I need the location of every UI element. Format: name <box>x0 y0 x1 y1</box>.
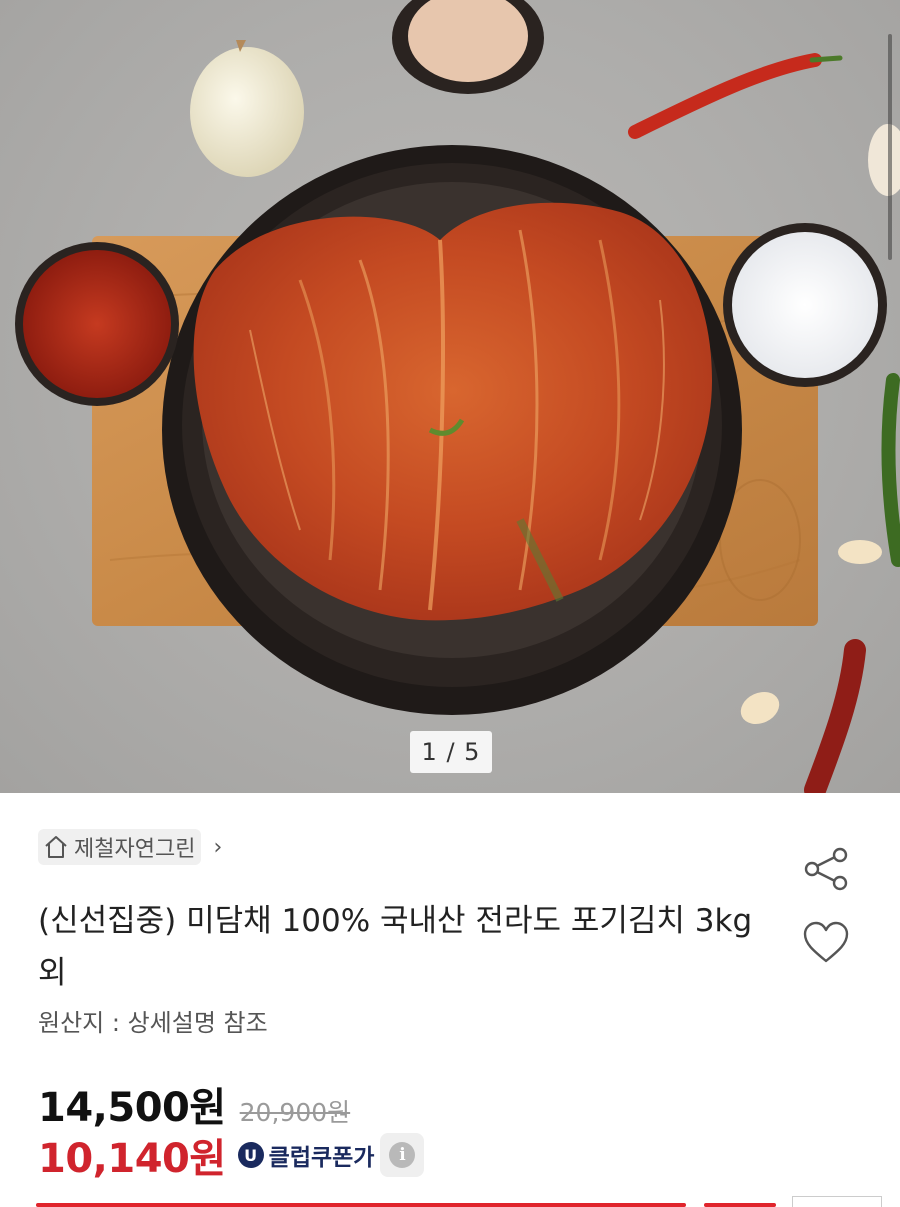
home-icon <box>38 829 74 865</box>
coupon-price: 10,140원 <box>38 1136 226 1182</box>
product-origin: 원산지 : 상세설명 참조 <box>38 1009 268 1037</box>
share-icon <box>804 847 848 891</box>
original-price: 20,900원 <box>239 1098 351 1127</box>
coupon-info-button[interactable]: i <box>380 1133 425 1177</box>
coupon-price-row: 10,140원 U 클럽쿠폰가 i <box>38 1126 425 1184</box>
coupon-label: 클럽쿠폰가 <box>268 1145 375 1171</box>
share-button[interactable] <box>802 846 850 892</box>
buy-button-edge[interactable] <box>36 1203 686 1207</box>
info-icon: i <box>389 1142 416 1168</box>
like-button[interactable] <box>802 920 850 966</box>
chevron-right-icon: › <box>213 834 223 860</box>
product-image[interactable]: 1 / 5 <box>0 0 900 793</box>
sale-price: 14,500원 <box>38 1085 226 1131</box>
seller-name: 제철자연그린 <box>74 837 196 862</box>
club-badge-icon: U <box>237 1142 264 1168</box>
cart-button-edge[interactable] <box>704 1203 776 1207</box>
kimchi-photo <box>15 0 900 793</box>
heart-icon <box>803 921 849 963</box>
image-counter: 1 / 5 <box>410 731 492 773</box>
product-title: (신선집중) 미담채 100% 국내산 전라도 포기김치 3kg 외 <box>38 903 753 991</box>
seller-link[interactable]: 제철자연그린 › <box>38 828 222 866</box>
price-row: 14,500원 20,900원 <box>38 1075 350 1133</box>
option-box-edge[interactable] <box>792 1196 882 1207</box>
scrollbar[interactable] <box>888 34 892 260</box>
